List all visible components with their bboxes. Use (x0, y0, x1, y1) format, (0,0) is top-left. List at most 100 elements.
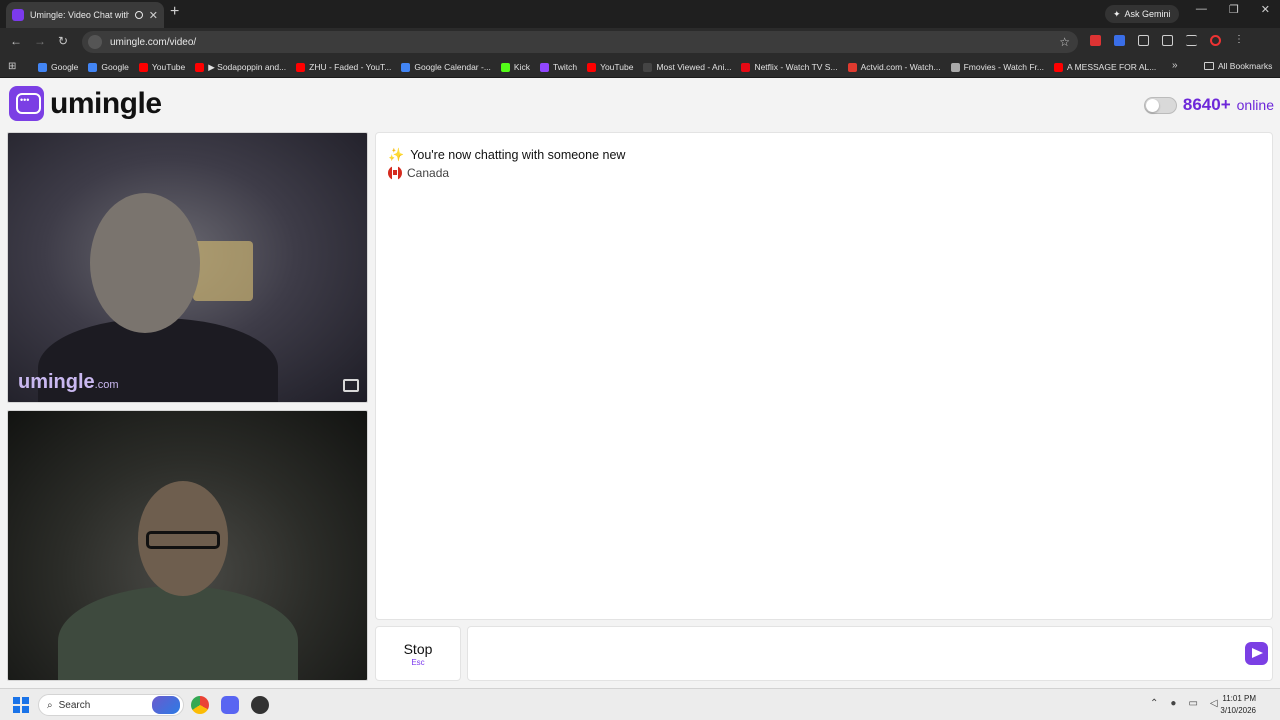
new-tab-button[interactable]: + (170, 3, 179, 21)
apps-grid-icon[interactable]: ⊞ (8, 61, 16, 72)
bookmark-label: ZHU - Faded - YouT... (309, 62, 392, 72)
extension-icon[interactable] (1090, 35, 1101, 46)
bookmark-label: ▶ Sodapoppin and... (208, 61, 287, 72)
extensions-puzzle-icon[interactable] (1138, 35, 1149, 46)
extensions-area: ⋮ (1090, 35, 1244, 46)
windows-start-icon[interactable] (13, 697, 29, 713)
bookmark-favicon-icon (741, 62, 751, 72)
url-text: umingle.com/video/ (110, 36, 197, 48)
stop-shortcut: Esc (411, 658, 425, 667)
bookmark-label: Kick (513, 62, 530, 72)
discord-icon[interactable] (221, 696, 239, 714)
bookmark-label: A MESSAGE FOR AL... (1067, 62, 1157, 72)
bookmark-favicon-icon (950, 62, 960, 72)
bookmark-favicon-icon (1054, 62, 1064, 72)
tab-title: Umingle: Video Chat with S (30, 10, 129, 20)
country-name: Canada (407, 166, 450, 180)
chat-bubble-logo-icon (9, 86, 44, 121)
stranger-video: umingle.com (7, 132, 368, 403)
bookmark-favicon-icon (500, 62, 510, 72)
send-icon[interactable] (1245, 642, 1268, 665)
volume-icon[interactable]: ◁ (1210, 698, 1218, 709)
bookmark-label: Google (51, 62, 79, 72)
profile-avatar-icon[interactable] (1210, 35, 1221, 46)
bookmark-favicon-icon (195, 62, 205, 72)
online-count: 8640+ (1182, 95, 1231, 114)
all-bookmarks-label: All Bookmarks (1218, 61, 1273, 71)
widgets-icon[interactable] (152, 696, 180, 714)
bookmark-item[interactable]: Google (38, 62, 78, 72)
report-flag-icon[interactable] (343, 379, 359, 392)
window-controls: — ❐ ✕ (1196, 3, 1270, 16)
system-tray: ⌃ ● ▭ ◁ (1150, 698, 1218, 709)
bookmark-item[interactable]: Google Calendar -... (401, 62, 491, 72)
bookmark-favicon-icon (847, 62, 857, 72)
close-window-icon[interactable]: ✕ (1261, 3, 1270, 16)
taskbar-clock[interactable]: 11:01 PM 3/10/2026 (1220, 693, 1256, 717)
forward-icon[interactable]: → (34, 34, 46, 48)
bookmark-favicon-icon (88, 62, 98, 72)
browser-tab-umingle[interactable]: Umingle: Video Chat with S ✕ (6, 2, 164, 28)
site-logo[interactable]: umingle (9, 86, 162, 121)
browser-tabstrip: Umingle: Video Chat with S ✕ + ✦ Ask Gem… (0, 0, 1280, 28)
stranger-country: Canada (388, 166, 449, 180)
bookmark-item[interactable]: Kick (500, 62, 530, 72)
bookmark-item[interactable]: Most Viewed - Ani... (643, 62, 731, 72)
stop-button[interactable]: Stop Esc (375, 626, 461, 681)
site-info-icon[interactable] (88, 35, 102, 49)
bookmark-item[interactable]: YouTube (138, 62, 185, 72)
all-bookmarks-button[interactable]: All Bookmarks (1204, 61, 1272, 71)
clock-time: 11:01 PM (1222, 694, 1256, 703)
cast-icon[interactable] (1162, 35, 1173, 46)
bookmark-label: Netflix - Watch TV S... (754, 62, 838, 72)
bookmark-label: YouTube (600, 62, 634, 72)
bookmark-star-icon[interactable]: ☆ (1059, 35, 1070, 49)
bookmark-item[interactable]: ▶ Sodapoppin and... (195, 62, 286, 73)
recording-indicator-icon (134, 11, 143, 19)
tray-chevron-icon[interactable]: ⌃ (1150, 698, 1158, 709)
media-controls-icon[interactable] (1186, 35, 1197, 46)
sparkles-icon: ✨ (388, 147, 405, 162)
address-bar[interactable]: umingle.com/video/ ☆ (82, 31, 1078, 53)
bookmark-favicon-icon (138, 62, 148, 72)
self-video (7, 410, 368, 681)
bookmark-label: Most Viewed - Ani... (656, 62, 732, 72)
minimize-icon[interactable]: — (1196, 3, 1207, 16)
bookmark-list: Google Google YouTube ▶ Sodapoppin and... ZH… (38, 56, 1156, 78)
online-label: online (1236, 97, 1274, 113)
umingle-page: umingle 8640+ online umingle.com ✨ You'r… (0, 78, 1280, 688)
bookmark-item[interactable]: ZHU - Faded - YouT... (296, 62, 391, 72)
close-tab-icon[interactable]: ✕ (149, 9, 158, 22)
extension-icon[interactable] (1114, 35, 1125, 46)
bookmark-favicon-icon (38, 62, 47, 72)
ask-gemini-label: Ask Gemini (1124, 9, 1171, 19)
browser-menu-icon[interactable]: ⋮ (1234, 35, 1244, 46)
more-bookmarks-icon[interactable]: » (1172, 60, 1178, 71)
bookmarks-bar: ⊞ Google Google YouTube ▶ Sodapoppin and...… (0, 56, 1280, 78)
taskbar-search-label: Search (58, 699, 91, 711)
restore-icon[interactable]: ❐ (1229, 3, 1239, 16)
network-icon[interactable]: ▭ (1188, 698, 1197, 709)
bookmark-item[interactable]: Twitch (539, 62, 577, 72)
stranger-face (90, 193, 200, 333)
ask-gemini-button[interactable]: ✦ Ask Gemini (1105, 5, 1179, 23)
theme-toggle[interactable] (1143, 96, 1177, 114)
chrome-icon[interactable] (191, 696, 209, 714)
reload-icon[interactable]: ↻ (58, 34, 68, 48)
bookmark-item[interactable]: A MESSAGE FOR AL... (1054, 62, 1156, 72)
bookmark-item[interactable]: Fmovies - Watch Fr... (950, 62, 1045, 72)
microphone-icon[interactable]: ● (1170, 698, 1176, 709)
back-icon[interactable]: ← (10, 34, 22, 48)
bookmark-label: Fmovies - Watch Fr... (963, 62, 1045, 72)
self-figure (58, 586, 298, 680)
bookmark-item[interactable]: YouTube (587, 62, 633, 72)
online-status: 8640+ online (1143, 95, 1274, 115)
message-input[interactable] (467, 626, 1273, 681)
app-icon[interactable] (251, 696, 269, 714)
umingle-favicon-icon (12, 9, 24, 21)
bookmark-item[interactable]: Actvid.com - Watch... (847, 62, 941, 72)
bookmark-item[interactable]: Netflix - Watch TV S... (741, 62, 838, 72)
bookmark-item[interactable]: Google (88, 62, 129, 72)
watermark-suffix: .com (94, 379, 119, 391)
search-icon: ⌕ (47, 699, 53, 711)
